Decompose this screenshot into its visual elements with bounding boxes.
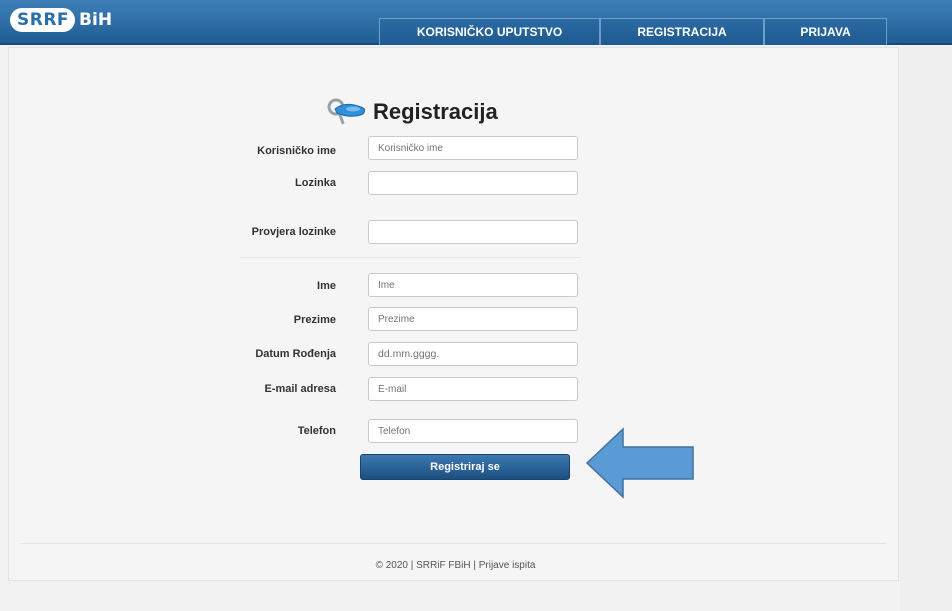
logo-text: BiH bbox=[79, 10, 113, 30]
site-logo[interactable]: SRRF BiH bbox=[10, 5, 112, 35]
nav-registration[interactable]: REGISTRACIJA bbox=[600, 18, 764, 45]
password-confirm-input[interactable] bbox=[368, 220, 578, 244]
username-label: Korisničko ime bbox=[257, 145, 336, 157]
register-button[interactable]: Registriraj se bbox=[360, 454, 570, 480]
password-confirm-label: Provjera lozinke bbox=[251, 226, 336, 238]
birth-date-label: Datum Rođenja bbox=[255, 348, 336, 360]
first-name-label: Ime bbox=[317, 280, 336, 292]
email-input[interactable] bbox=[368, 377, 578, 401]
first-name-input[interactable] bbox=[368, 273, 578, 297]
last-name-input[interactable] bbox=[368, 307, 578, 331]
password-input[interactable] bbox=[368, 171, 578, 195]
nav-user-guide[interactable]: KORISNIČKO UPUTSTVO bbox=[379, 18, 600, 45]
page-title: Registracija bbox=[373, 99, 498, 124]
top-navigation-bar: SRRF BiH KORISNIČKO UPUTSTVO REGISTRACIJ… bbox=[0, 0, 952, 45]
pointer-arrow-icon bbox=[585, 427, 694, 499]
section-divider bbox=[240, 257, 581, 258]
password-label: Lozinka bbox=[295, 177, 336, 189]
form-header: Registracija bbox=[323, 95, 498, 129]
phone-input[interactable] bbox=[368, 419, 578, 443]
email-label: E-mail adresa bbox=[264, 383, 336, 395]
page-gutter bbox=[900, 47, 952, 611]
logo-badge: SRRF bbox=[10, 8, 76, 32]
birth-date-input[interactable] bbox=[368, 342, 578, 366]
key-icon bbox=[327, 98, 366, 125]
nav-login[interactable]: PRIJAVA bbox=[764, 18, 887, 45]
phone-label: Telefon bbox=[297, 425, 336, 437]
last-name-label: Prezime bbox=[293, 314, 336, 326]
username-input[interactable] bbox=[368, 136, 578, 160]
footer-divider bbox=[20, 543, 886, 544]
footer-text: © 2020 | SRRiF FBiH | Prijave ispita bbox=[375, 560, 536, 571]
